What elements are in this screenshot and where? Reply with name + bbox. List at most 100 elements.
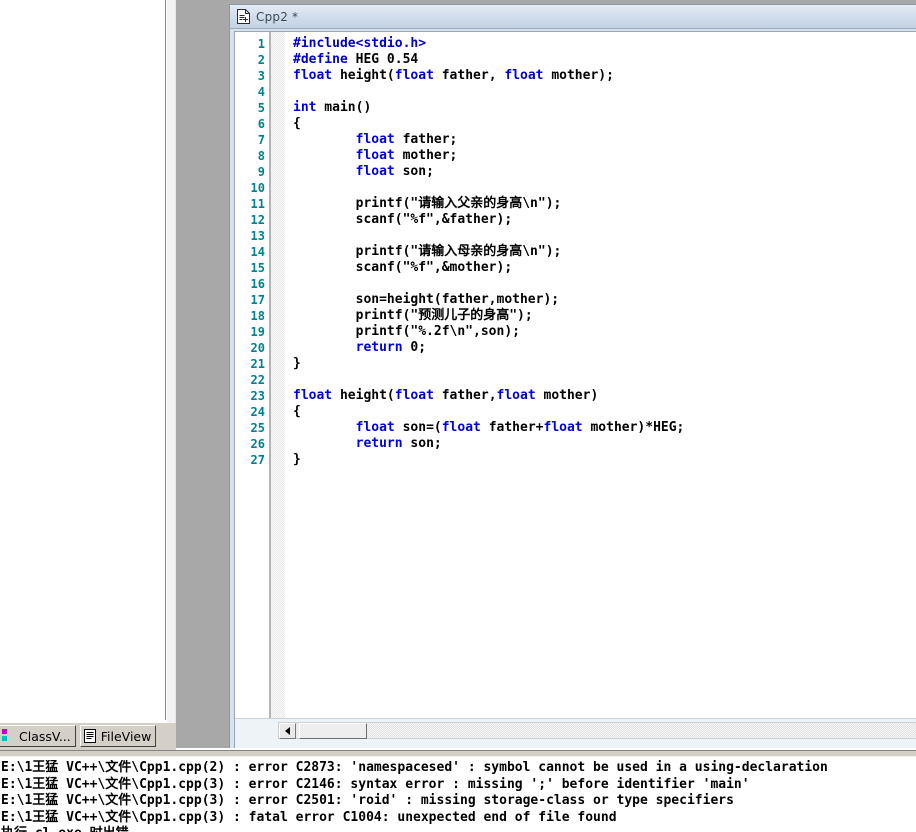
code-line[interactable]: {: [293, 404, 916, 420]
source-file-icon: [237, 9, 250, 24]
code-line[interactable]: [293, 84, 916, 100]
code-token: HEG 0.54: [347, 52, 419, 67]
code-token: main(): [316, 100, 372, 115]
editor-horizontal-scrollbar[interactable]: [235, 718, 916, 748]
triangle-left-icon[interactable]: [279, 723, 296, 739]
class-view-icon: [2, 729, 15, 743]
code-line[interactable]: scanf("%f",&mother);: [293, 260, 916, 276]
code-token: {: [293, 116, 301, 131]
code-line[interactable]: return 0;: [293, 340, 916, 356]
workspace-tree-area[interactable]: [0, 0, 163, 720]
code-line[interactable]: [293, 180, 916, 196]
line-number: 2: [257, 53, 265, 67]
line-number: 22: [250, 373, 265, 387]
line-number: 15: [250, 261, 265, 275]
hscrollbar-track[interactable]: [278, 722, 916, 739]
tab-classview-label: ClassV...: [19, 728, 71, 744]
code-token: }: [293, 452, 301, 467]
line-number: 23: [250, 389, 265, 403]
document-tab-title: Cpp2 *: [256, 9, 299, 24]
build-output-pane[interactable]: E:\1王猛 VC++\文件\Cpp1.cpp(2) : error C2873…: [0, 760, 916, 832]
hscrollbar-thumb[interactable]: [299, 723, 367, 739]
code-line[interactable]: [293, 372, 916, 388]
code-line[interactable]: return son;: [293, 436, 916, 452]
line-number: 17: [250, 293, 265, 307]
code-token: #define: [293, 52, 348, 67]
code-line[interactable]: printf("预测儿子的身高");: [293, 308, 916, 324]
line-number: 12: [250, 213, 265, 227]
code-token: mother;: [394, 148, 458, 163]
code-token: float: [504, 68, 544, 83]
code-token: float: [394, 68, 434, 83]
code-line[interactable]: float son;: [293, 164, 916, 180]
code-line[interactable]: }: [293, 452, 916, 468]
code-line[interactable]: [293, 228, 916, 244]
code-line[interactable]: int main(): [293, 100, 916, 116]
code-token: printf("请输入父亲的身高\n");: [293, 196, 562, 211]
code-token: son=(: [394, 420, 442, 435]
code-line[interactable]: float son=(float father+float mother)*HE…: [293, 420, 916, 436]
code-token: mother);: [543, 68, 614, 83]
code-token: father;: [394, 132, 458, 147]
code-line[interactable]: printf("请输入母亲的身高\n");: [293, 244, 916, 260]
code-line[interactable]: #define HEG 0.54: [293, 52, 916, 68]
line-number: 8: [257, 149, 265, 163]
line-number: 27: [250, 453, 265, 467]
code-token: mother): [535, 388, 599, 403]
code-token: height(: [332, 68, 395, 83]
code-token: son=height(father,mother);: [293, 292, 560, 307]
tab-fileview[interactable]: FileView: [79, 725, 157, 747]
line-number: 1: [257, 37, 265, 51]
line-number: 5: [257, 101, 265, 115]
code-line[interactable]: printf("%.2f\n",son);: [293, 324, 916, 340]
code-token: return: [355, 340, 403, 355]
editor-titlebar[interactable]: Cpp2 *: [230, 5, 916, 29]
line-number-gutter: 1 2 3 4 5 6 7 8 9 10 11 12 13 14 15 16 17 18 19 20 21 22 23 24 2…: [235, 32, 269, 718]
output-line[interactable]: E:\1王猛 VC++\文件\Cpp1.cpp(3) : error C2501…: [1, 793, 916, 810]
code-line[interactable]: }: [293, 356, 916, 372]
code-token: float: [496, 388, 536, 403]
line-number: 20: [250, 341, 265, 355]
code-line[interactable]: {: [293, 116, 916, 132]
line-number: 7: [257, 133, 265, 147]
code-token: scanf("%f",&mother);: [293, 260, 513, 275]
code-line[interactable]: [293, 276, 916, 292]
code-line[interactable]: scanf("%f",&father);: [293, 212, 916, 228]
code-token: }: [293, 356, 301, 371]
code-line[interactable]: float height(float father,float mother): [293, 388, 916, 404]
tab-classview[interactable]: ClassV...: [0, 725, 76, 747]
code-token: #include<stdio.h>: [293, 36, 427, 51]
source-code[interactable]: #include<stdio.h> #define HEG 0.54 float h…: [285, 32, 916, 718]
code-line[interactable]: float height(float father, float mother)…: [293, 68, 916, 84]
code-token: float: [293, 388, 333, 403]
code-line[interactable]: son=height(father,mother);: [293, 292, 916, 308]
line-number: 16: [250, 277, 265, 291]
output-line[interactable]: 执行 cl.exe 时出错.: [1, 826, 916, 832]
output-line[interactable]: E:\1王猛 VC++\文件\Cpp1.cpp(3) : fatal error…: [1, 810, 916, 827]
output-line[interactable]: E:\1王猛 VC++\文件\Cpp1.cpp(3) : error C2146…: [1, 777, 916, 794]
selection-margin[interactable]: [271, 32, 285, 718]
line-number: 11: [250, 197, 265, 211]
code-line[interactable]: float mother;: [293, 148, 916, 164]
code-token: father+: [480, 420, 544, 435]
output-line[interactable]: E:\1王猛 VC++\文件\Cpp1.cpp(2) : error C2873…: [1, 760, 916, 777]
tab-fileview-label: FileView: [100, 728, 152, 744]
code-token: float: [355, 132, 395, 147]
pane-splitter[interactable]: [166, 0, 176, 748]
code-text-area[interactable]: 1 2 3 4 5 6 7 8 9 10 11 12 13 14 15 16 17 18 19 20 21 22 23 24 2…: [235, 32, 916, 718]
code-token: float: [355, 148, 395, 163]
code-line[interactable]: float father;: [293, 132, 916, 148]
code-line[interactable]: printf("请输入父亲的身高\n");: [293, 196, 916, 212]
code-token: mother)*HEG;: [582, 420, 685, 435]
editor-window: Cpp2 * 1 2 3 4 5 6 7 8 9 10 11 12 13 14 15 16 17 18 19 20 21…: [229, 4, 916, 748]
code-token: float: [394, 388, 434, 403]
line-number: 13: [250, 229, 265, 243]
code-token: float: [543, 420, 583, 435]
code-line[interactable]: #include<stdio.h>: [293, 36, 916, 52]
code-token: height(: [332, 388, 395, 403]
code-token: father,: [433, 388, 497, 403]
